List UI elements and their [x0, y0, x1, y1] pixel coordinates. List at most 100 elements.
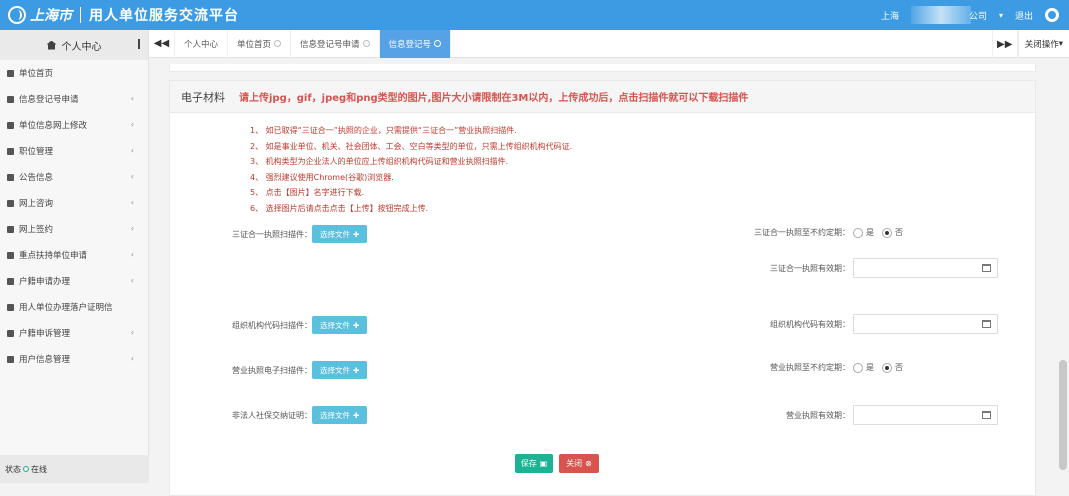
status-bar: 状态 在线: [0, 455, 149, 483]
chevron-left-icon: ‹: [130, 328, 134, 337]
close-ops-label: 关闭操作: [1024, 40, 1059, 50]
calendar-icon[interactable]: [982, 320, 991, 328]
status-label: 状态: [5, 464, 21, 474]
help-icon: [7, 199, 14, 207]
tab-registration-number[interactable]: 信息登记号: [379, 29, 452, 58]
download-icon: [7, 277, 14, 285]
perm-biz-row: 营业执照至不约定期： 是 否: [730, 362, 903, 373]
bell-icon: [7, 355, 14, 363]
choose-file-button[interactable]: 选择文件 ✚: [312, 361, 368, 379]
tab-registration-apply[interactable]: 信息登记号申请: [291, 29, 380, 58]
plus-icon: ✚: [353, 320, 360, 330]
chevron-left-icon: ‹: [130, 198, 134, 207]
sidebar-item-notices[interactable]: 公告信息 ‹: [0, 164, 148, 190]
close-icon[interactable]: [274, 40, 282, 47]
choose-file-button[interactable]: 选择文件 ✚: [312, 225, 368, 243]
sidebar-item-registration-apply[interactable]: 信息登记号申请 ‹: [0, 86, 148, 112]
sidebar-item-jobs[interactable]: 职位管理 ‹: [0, 138, 148, 164]
tab-unit-home[interactable]: 单位首页: [228, 29, 292, 58]
chevron-left-icon: ‹: [130, 94, 134, 103]
sidebar-item-label: 重点扶持单位申请: [19, 251, 88, 261]
radio-no[interactable]: [882, 362, 892, 373]
radio-yes[interactable]: [853, 227, 863, 238]
sidebar-title: 个人中心: [61, 41, 102, 53]
field-label: 非法人社保交纳证明：: [232, 410, 312, 420]
date-input[interactable]: [853, 258, 998, 278]
choose-file-button[interactable]: 选择文件 ✚: [312, 316, 368, 334]
sidebar-item-signing[interactable]: 网上签约 ‹: [0, 216, 148, 242]
previous-panel-edge: [169, 64, 1036, 72]
valid-3in1-row: 三证合一执照有效期：: [730, 258, 998, 278]
sidebar-item-consult[interactable]: 网上咨询 ‹: [0, 190, 148, 216]
radio-yes[interactable]: [853, 362, 863, 373]
company-name[interactable]: 公司: [969, 9, 987, 22]
field-label: 三证合一执照扫描件：: [232, 229, 312, 239]
close-icon[interactable]: [434, 40, 442, 47]
pencil-icon: [7, 251, 14, 259]
chevron-down-icon: ▾: [1058, 39, 1063, 49]
chevron-left-icon: ‹: [130, 250, 134, 259]
logout-link[interactable]: 退出: [1015, 9, 1033, 22]
sidebar-toggle-icon[interactable]: [138, 39, 140, 49]
sidebar-item-unit-home[interactable]: 单位首页: [0, 60, 148, 86]
bookmark-icon: [7, 69, 14, 77]
app-title: 用人单位服务交流平台: [89, 8, 239, 24]
plus-icon: ✚: [353, 365, 360, 375]
note-item: 3、 机构类型为企业法人的单位应上传组织机构代码证和营业执照扫描件.: [250, 157, 509, 166]
header-actions: 上海 公司 ▾ 退出: [881, 0, 1059, 30]
choose-file-button[interactable]: 选择文件 ✚: [312, 406, 368, 424]
save-button[interactable]: 保存 ▣: [515, 454, 553, 473]
sidebar-item-info-edit[interactable]: 单位信息网上修改 ‹: [0, 112, 148, 138]
list-icon: [7, 147, 14, 155]
user-name-blurred: [910, 6, 971, 24]
save-icon: ▣: [539, 459, 548, 468]
sidebar-item-label: 网上咨询: [19, 199, 54, 209]
location-text: 上海: [880, 11, 899, 22]
tab-personal-center[interactable]: 个人中心: [175, 29, 229, 58]
date-input[interactable]: [853, 314, 998, 334]
calendar-icon[interactable]: [982, 411, 991, 419]
close-label: 关闭: [566, 459, 583, 468]
chevron-left-icon: ‹: [130, 146, 134, 155]
tab-scroll-right-icon[interactable]: ▶▶: [991, 30, 1018, 58]
tab-label: 单位首页: [237, 39, 272, 50]
field-label: 三证合一执照有效期：: [770, 263, 850, 273]
scrollbar-thumb[interactable]: [1059, 360, 1067, 470]
radio-yes-label: 是: [866, 228, 874, 237]
sidebar-item-hukou-appeal[interactable]: 户籍申诉管理 ‹: [0, 320, 148, 346]
upload-notes: 1、 如已取得“三证合一”执照的企业，只需提供“三证合一”营业执照扫描件. 2、…: [250, 123, 572, 216]
status-value: 在线: [31, 464, 47, 474]
tab-bar: ◀◀ 个人中心 单位首页 信息登记号申请 信息登记号 ▶▶ 关闭操作 ▾: [149, 29, 1069, 58]
radio-yes-label: 是: [866, 363, 874, 372]
scan-biz-row: 营业执照电子扫描件： 选择文件 ✚: [218, 361, 368, 379]
gear-icon[interactable]: [1045, 8, 1059, 22]
sidebar-item-support-apply[interactable]: 重点扶持单位申请 ‹: [0, 242, 148, 268]
date-input[interactable]: [853, 405, 998, 425]
chevron-left-icon: ‹: [130, 120, 134, 129]
chevron-down-icon[interactable]: ▾: [999, 11, 1003, 20]
nonlegal-proof-row: 非法人社保交纳证明： 选择文件 ✚: [218, 406, 368, 424]
adjust-icon: [7, 329, 14, 337]
tab-scroll-left-icon[interactable]: ◀◀: [149, 29, 175, 58]
radio-no[interactable]: [882, 227, 892, 238]
sidebar-item-hukou-apply[interactable]: 户籍申请办理 ‹: [0, 268, 148, 294]
calendar-icon[interactable]: [982, 264, 991, 272]
sidebar-item-label: 单位信息网上修改: [19, 121, 88, 131]
note-item: 2、 如是事业单位、机关、社会团体、工会、空白等类型的单位，只需上传组织机构代码…: [250, 141, 573, 151]
sidebar-item-user-info[interactable]: 用户信息管理 ‹: [0, 346, 148, 372]
tab-label: 个人中心: [184, 39, 219, 50]
sidebar-item-settle-letter[interactable]: 用人单位办理落户证明信: [0, 294, 148, 320]
scan-3in1-row: 三证合一执照扫描件： 选择文件 ✚: [218, 225, 368, 243]
scrollbar[interactable]: [1059, 60, 1067, 470]
tab-label: 信息登记号: [388, 39, 432, 50]
main-content: 电子材料 请上传jpg，gif，jpeg和png类型的图片,图片大小请限制在3M…: [149, 58, 1069, 496]
sidebar: 个人中心 单位首页 信息登记号申请 ‹ 单位信息网上修改 ‹ 职位管理 ‹ 公告信息 ‹…: [0, 30, 149, 483]
close-icon[interactable]: [362, 40, 370, 47]
field-label: 营业执照至不约定期：: [770, 363, 850, 372]
chevron-left-icon: ‹: [130, 172, 134, 181]
plus-icon: ✚: [353, 229, 360, 239]
close-button[interactable]: 关闭 ⊗: [559, 454, 599, 473]
close-operations-dropdown[interactable]: 关闭操作 ▾: [1017, 30, 1069, 58]
save-label: 保存: [520, 459, 537, 468]
eye-icon: [7, 225, 14, 233]
